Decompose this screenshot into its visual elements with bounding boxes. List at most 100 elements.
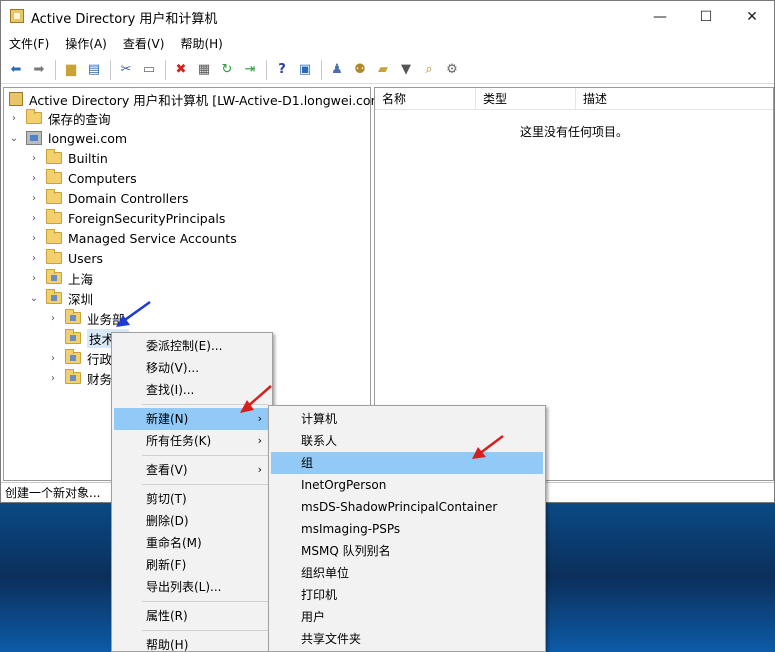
menu-help[interactable]: 帮助(H) bbox=[172, 33, 230, 55]
chevron-right-icon[interactable]: › bbox=[8, 113, 20, 124]
filter-icon[interactable]: ▼ bbox=[395, 59, 417, 81]
maximize-button[interactable]: ☐ bbox=[683, 1, 729, 32]
find-icon[interactable]: ⌕ bbox=[418, 59, 440, 81]
tree-item-label: 上海 bbox=[68, 271, 94, 287]
folder-icon bbox=[46, 229, 62, 244]
new-user-icon[interactable]: ♟ bbox=[326, 59, 348, 81]
empty-list-message: 这里没有任何项目。 bbox=[520, 125, 629, 139]
menu-separator bbox=[142, 455, 268, 456]
refresh-icon[interactable]: ↻ bbox=[216, 59, 238, 81]
context-menu: 委派控制(E)... 移动(V)... 查找(I)... 新建(N) › 所有任务… bbox=[111, 332, 273, 652]
submenu-item-inetorgperson[interactable]: InetOrgPerson bbox=[271, 474, 543, 496]
forward-icon[interactable]: ➡ bbox=[28, 59, 50, 81]
minimize-button[interactable]: — bbox=[637, 1, 683, 32]
folder-icon bbox=[26, 109, 42, 124]
menu-item-help[interactable]: 帮助(H) bbox=[114, 634, 270, 652]
submenu-item-printer[interactable]: 打印机 bbox=[271, 584, 543, 606]
column-description[interactable]: 描述 bbox=[576, 88, 773, 110]
submenu-arrow-icon: › bbox=[257, 412, 262, 425]
close-button[interactable]: ✕ bbox=[729, 1, 775, 32]
tree-item-label: 深圳 bbox=[68, 291, 94, 307]
tree-item-label: Users bbox=[68, 250, 104, 266]
tree-item-builtin[interactable]: › Builtin bbox=[28, 148, 108, 168]
tree-item-computers[interactable]: › Computers bbox=[28, 168, 137, 188]
menu-item-new[interactable]: 新建(N) › bbox=[114, 408, 270, 430]
menu-item-properties[interactable]: 属性(R) bbox=[114, 605, 270, 627]
menu-item-move[interactable]: 移动(V)... bbox=[114, 357, 270, 379]
ou-folder-icon bbox=[65, 309, 81, 324]
submenu-arrow-icon: › bbox=[257, 463, 262, 476]
menu-item-export-list[interactable]: 导出列表(L)... bbox=[114, 576, 270, 598]
up-folder-icon[interactable]: ▆ bbox=[60, 59, 82, 81]
chevron-right-icon[interactable]: › bbox=[28, 273, 40, 284]
chevron-right-icon[interactable]: › bbox=[28, 153, 40, 164]
submenu-item-user[interactable]: 用户 bbox=[271, 606, 543, 628]
menu-action[interactable]: 操作(A) bbox=[57, 33, 115, 55]
menu-item-cut[interactable]: 剪切(T) bbox=[114, 488, 270, 510]
show-tree-icon[interactable]: ▤ bbox=[83, 59, 105, 81]
chevron-right-icon[interactable]: › bbox=[28, 233, 40, 244]
back-icon[interactable]: ⬅ bbox=[5, 59, 27, 81]
new-ou-icon[interactable]: ▰ bbox=[372, 59, 394, 81]
menu-item-label: 委派控制(E)... bbox=[146, 339, 223, 353]
menu-bar: 文件(F) 操作(A) 查看(V) 帮助(H) bbox=[1, 32, 774, 56]
submenu-item-msimaging[interactable]: msImaging-PSPs bbox=[271, 518, 543, 540]
menu-item-label: 属性(R) bbox=[146, 609, 188, 623]
folder-icon bbox=[46, 149, 62, 164]
cut-icon[interactable]: ✂ bbox=[115, 59, 137, 81]
chevron-right-icon[interactable]: › bbox=[28, 253, 40, 264]
submenu-item-group[interactable]: 组 bbox=[271, 452, 543, 474]
submenu-item-contact[interactable]: 联系人 bbox=[271, 430, 543, 452]
menu-item-all-tasks[interactable]: 所有任务(K) › bbox=[114, 430, 270, 452]
chevron-right-icon[interactable]: › bbox=[47, 353, 59, 364]
menu-item-delete[interactable]: 删除(D) bbox=[114, 510, 270, 532]
menu-item-find[interactable]: 查找(I)... bbox=[114, 379, 270, 401]
new-group-icon[interactable]: ⚉ bbox=[349, 59, 371, 81]
ou-folder-icon bbox=[65, 369, 81, 384]
column-name[interactable]: 名称 bbox=[375, 88, 476, 110]
chevron-down-icon[interactable]: ⌄ bbox=[8, 133, 20, 144]
chevron-down-icon[interactable]: ⌄ bbox=[28, 293, 40, 304]
menu-item-rename[interactable]: 重命名(M) bbox=[114, 532, 270, 554]
tree-item-business[interactable]: › 业务部 bbox=[47, 308, 125, 328]
tree-item-shanghai[interactable]: › 上海 bbox=[28, 268, 93, 288]
tree-item-label: Managed Service Accounts bbox=[68, 230, 237, 246]
chevron-right-icon[interactable]: › bbox=[28, 213, 40, 224]
paste-icon[interactable]: ▭ bbox=[138, 59, 160, 81]
submenu-item-ou[interactable]: 组织单位 bbox=[271, 562, 543, 584]
export-icon[interactable]: ⇥ bbox=[239, 59, 261, 81]
menu-view[interactable]: 查看(V) bbox=[115, 33, 173, 55]
tree-item-label: 保存的查询 bbox=[48, 111, 111, 127]
title-bar: Active Directory 用户和计算机 — ☐ ✕ bbox=[1, 1, 774, 32]
tree-item-shenzhen[interactable]: ⌄ 深圳 bbox=[28, 288, 93, 308]
column-type[interactable]: 类型 bbox=[476, 88, 576, 110]
menu-item-delegate[interactable]: 委派控制(E)... bbox=[114, 335, 270, 357]
chevron-right-icon[interactable]: › bbox=[28, 193, 40, 204]
tree-item-saved-queries[interactable]: › 保存的查询 bbox=[8, 108, 111, 128]
submenu-item-shared-folder[interactable]: 共享文件夹 bbox=[271, 628, 543, 650]
menu-separator bbox=[142, 404, 268, 405]
tree-item-managed-service-accounts[interactable]: › Managed Service Accounts bbox=[28, 228, 237, 248]
console-icon[interactable]: ▣ bbox=[294, 59, 316, 81]
tree-root[interactable]: Active Directory 用户和计算机 [LW-Active-D1.lo… bbox=[9, 89, 388, 109]
menu-file[interactable]: 文件(F) bbox=[1, 33, 57, 55]
submenu-item-msds-shadow[interactable]: msDS-ShadowPrincipalContainer bbox=[271, 496, 543, 518]
toolbar-separator bbox=[266, 59, 267, 80]
menu-item-label: 帮助(H) bbox=[146, 638, 189, 652]
menu-item-view[interactable]: 查看(V) › bbox=[114, 459, 270, 481]
delete-icon[interactable]: ✖ bbox=[170, 59, 192, 81]
properties-icon[interactable]: ▦ bbox=[193, 59, 215, 81]
submenu-item-msmq-alias[interactable]: MSMQ 队列别名 bbox=[271, 540, 543, 562]
tree-item-domain-controllers[interactable]: › Domain Controllers bbox=[28, 188, 188, 208]
submenu-item-computer[interactable]: 计算机 bbox=[271, 408, 543, 430]
chevron-right-icon[interactable]: › bbox=[47, 313, 59, 324]
chevron-right-icon[interactable]: › bbox=[28, 173, 40, 184]
tree-item-domain[interactable]: ⌄ longwei.com bbox=[8, 128, 127, 148]
delegate-icon[interactable]: ⚙ bbox=[441, 59, 463, 81]
chevron-right-icon[interactable]: › bbox=[47, 373, 59, 384]
tree-item-foreign-security-principals[interactable]: › ForeignSecurityPrincipals bbox=[28, 208, 225, 228]
tree-item-users[interactable]: › Users bbox=[28, 248, 103, 268]
help-icon[interactable]: ? bbox=[271, 59, 293, 81]
toolbar: ⬅ ➡ ▆ ▤ ✂ ▭ ✖ ▦ ↻ ⇥ ? ▣ ♟ ⚉ ▰ ▼ ⌕ ⚙ bbox=[1, 56, 774, 84]
menu-item-refresh[interactable]: 刷新(F) bbox=[114, 554, 270, 576]
